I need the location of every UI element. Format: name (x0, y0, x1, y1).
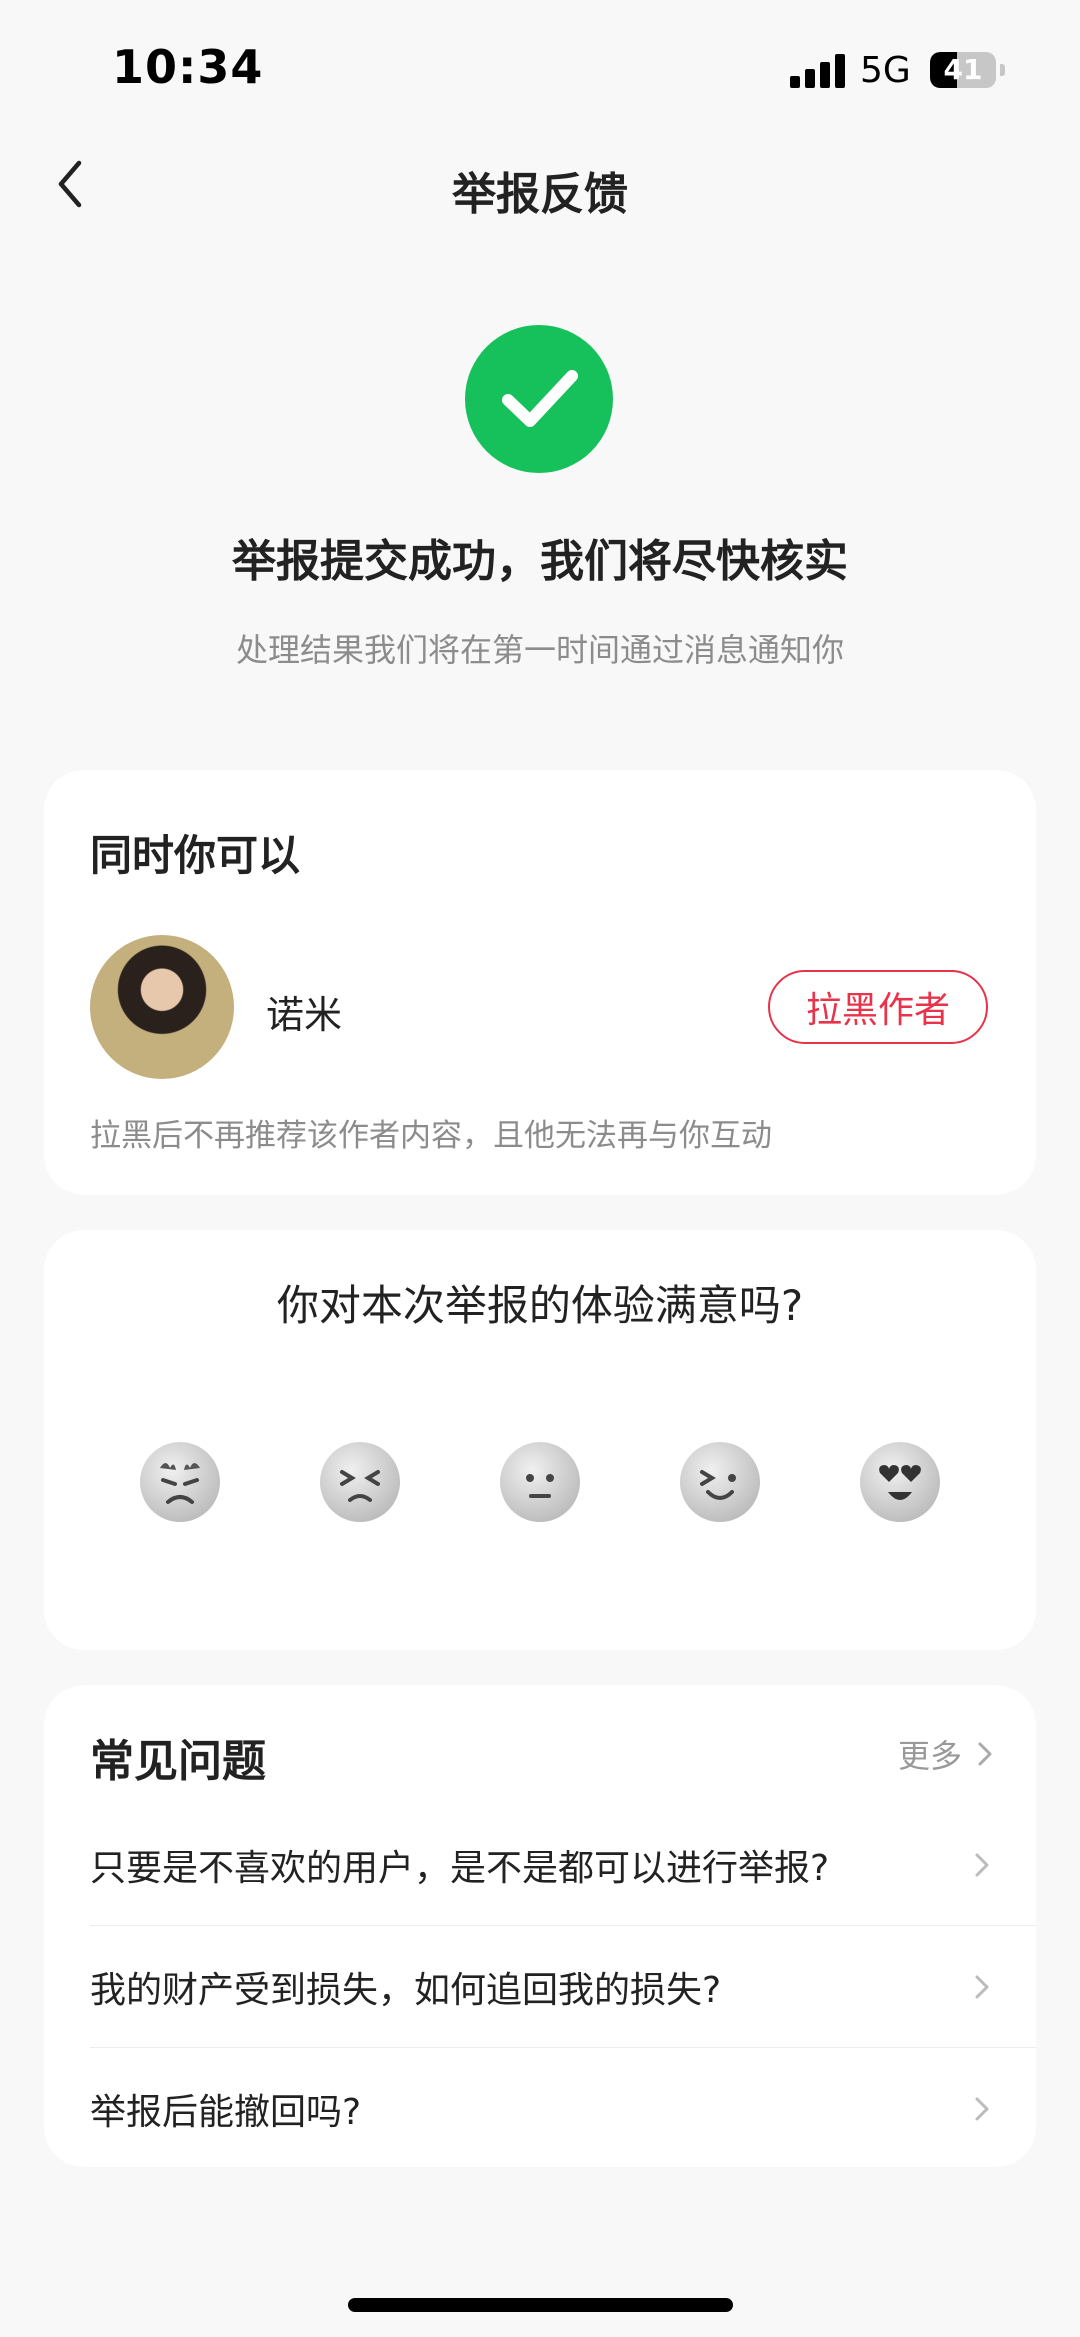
faq-item[interactable]: 举报后能撤回吗? (90, 2048, 1036, 2170)
heart-eyes-face-icon[interactable] (860, 1442, 940, 1522)
faq-item[interactable]: 只要是不喜欢的用户，是不是都可以进行举报? (90, 1804, 1036, 1926)
smiling-face-icon[interactable] (680, 1442, 760, 1522)
blacklist-note: 拉黑后不再推荐该作者内容，且他无法再与你互动 (90, 1118, 772, 1154)
battery-level: 41 (943, 53, 983, 86)
status-time: 10:34 (112, 40, 264, 94)
checkmark-icon (502, 370, 578, 427)
status-bar: 10:34 5G 41 (0, 0, 1080, 130)
battery-tip (1000, 64, 1005, 76)
battery-icon: 41 (930, 52, 996, 88)
neutral-face-icon[interactable] (500, 1442, 580, 1522)
unhappy-face-icon[interactable] (320, 1442, 400, 1522)
rating-question: 你对本次举报的体验满意吗? (276, 1281, 804, 1330)
faq-question: 我的财产受到损失，如何追回我的损失? (90, 1970, 722, 2011)
nav-bar: 举报反馈 (0, 140, 1080, 230)
faq-heading: 常见问题 (90, 1736, 266, 1787)
chevron-right-icon (975, 1975, 989, 1999)
card-heading: 同时你可以 (90, 831, 301, 880)
faq-more-link[interactable]: 更多 (898, 1731, 998, 1777)
rating-card: 你对本次举报的体验满意吗? (44, 1230, 1036, 1650)
home-indicator[interactable] (348, 2298, 733, 2312)
report-feedback-page: 10:34 5G 41 举报反馈 举报提交成功，我们将尽快核实 处理结果我们将在… (0, 0, 1080, 2337)
avatar[interactable] (90, 935, 234, 1079)
faq-question: 只要是不喜欢的用户，是不是都可以进行举报? (90, 1848, 830, 1889)
cellular-signal-icon (790, 54, 846, 88)
blacklist-card: 同时你可以 诺米 拉黑作者 拉黑后不再推荐该作者内容，且他无法再与你互动 (44, 770, 1036, 1195)
check-circle-icon (465, 325, 613, 473)
success-title: 举报提交成功，我们将尽快核实 (232, 536, 848, 587)
faq-question: 举报后能撤回吗? (90, 2092, 362, 2133)
faq-more-label: 更多 (897, 1737, 962, 1775)
very-angry-face-icon[interactable] (140, 1442, 220, 1522)
faq-card: 常见问题 更多 只要是不喜欢的用户，是不是都可以进行举报? 我的财产受到损失，如… (44, 1685, 1036, 2167)
network-type: 5G (860, 50, 911, 91)
blacklist-author-button[interactable]: 拉黑作者 (768, 970, 988, 1044)
faq-item[interactable]: 我的财产受到损失，如何追回我的损失? (90, 1926, 1036, 2048)
chevron-right-icon (975, 2097, 989, 2121)
success-subtitle: 处理结果我们将在第一时间通过消息通知你 (235, 631, 844, 669)
page-title: 举报反馈 (452, 169, 628, 220)
chevron-right-icon (975, 1853, 989, 1877)
chevron-right-icon (978, 1742, 992, 1766)
author-name[interactable]: 诺米 (266, 984, 342, 1039)
